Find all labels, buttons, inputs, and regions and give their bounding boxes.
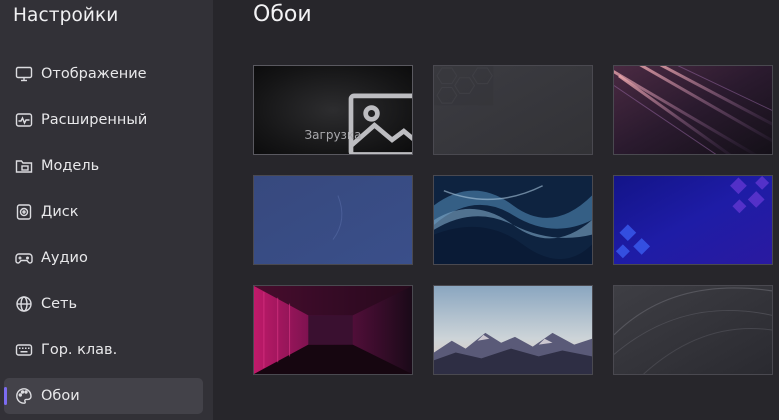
wallpaper-blue-plain[interactable] bbox=[253, 175, 413, 265]
sidebar-item-hotkeys[interactable]: Гор. клав. bbox=[4, 332, 203, 368]
sidebar-item-label: Расширенный bbox=[41, 112, 148, 128]
sidebar-item-label: Отображение bbox=[41, 66, 147, 82]
wallpaper-magenta-corridor[interactable] bbox=[253, 285, 413, 375]
folder-icon bbox=[15, 157, 33, 175]
sidebar-item-label: Диск bbox=[41, 204, 79, 220]
sidebar-item-label: Гор. клав. bbox=[41, 342, 118, 358]
sidebar: Настройки Отображение Расширенный Модель… bbox=[0, 0, 213, 420]
globe-icon bbox=[15, 295, 33, 313]
gamepad-icon bbox=[15, 249, 33, 267]
sidebar-item-label: Сеть bbox=[41, 296, 78, 312]
sidebar-item-label: Обои bbox=[41, 388, 80, 404]
monitor-icon bbox=[15, 65, 33, 83]
sidebar-item-audio[interactable]: Аудио bbox=[4, 240, 203, 276]
sidebar-item-network[interactable]: Сеть bbox=[4, 286, 203, 322]
wallpaper-gray-curves[interactable] bbox=[613, 285, 773, 375]
wallpaper-light-streaks-purple[interactable] bbox=[613, 65, 773, 155]
upload-wallpaper-button[interactable]: Загрузка bbox=[253, 65, 413, 155]
upload-label: Загрузка bbox=[304, 128, 362, 142]
sidebar-item-label: Аудио bbox=[41, 250, 88, 266]
sidebar-item-label: Модель bbox=[41, 158, 100, 174]
sidebar-item-wallpaper[interactable]: Обои bbox=[4, 378, 203, 414]
keyboard-icon bbox=[15, 341, 33, 359]
image-add-icon bbox=[348, 93, 412, 154]
sidebar-item-display[interactable]: Отображение bbox=[4, 56, 203, 92]
palette-icon bbox=[15, 387, 33, 405]
wallpaper-blue-purple-squares[interactable] bbox=[613, 175, 773, 265]
wallpaper-blue-liquid-waves[interactable] bbox=[433, 175, 593, 265]
sidebar-item-disk[interactable]: Диск bbox=[4, 194, 203, 230]
wallpaper-mountains-sunset[interactable] bbox=[433, 285, 593, 375]
page-title: Обои bbox=[253, 2, 312, 27]
wallpaper-dark-gray-hexagons[interactable] bbox=[433, 65, 593, 155]
activity-icon bbox=[15, 111, 33, 129]
sidebar-item-model[interactable]: Модель bbox=[4, 148, 203, 184]
sidebar-item-advanced[interactable]: Расширенный bbox=[4, 102, 203, 138]
disk-icon bbox=[15, 203, 33, 221]
sidebar-title: Настройки bbox=[13, 5, 119, 26]
